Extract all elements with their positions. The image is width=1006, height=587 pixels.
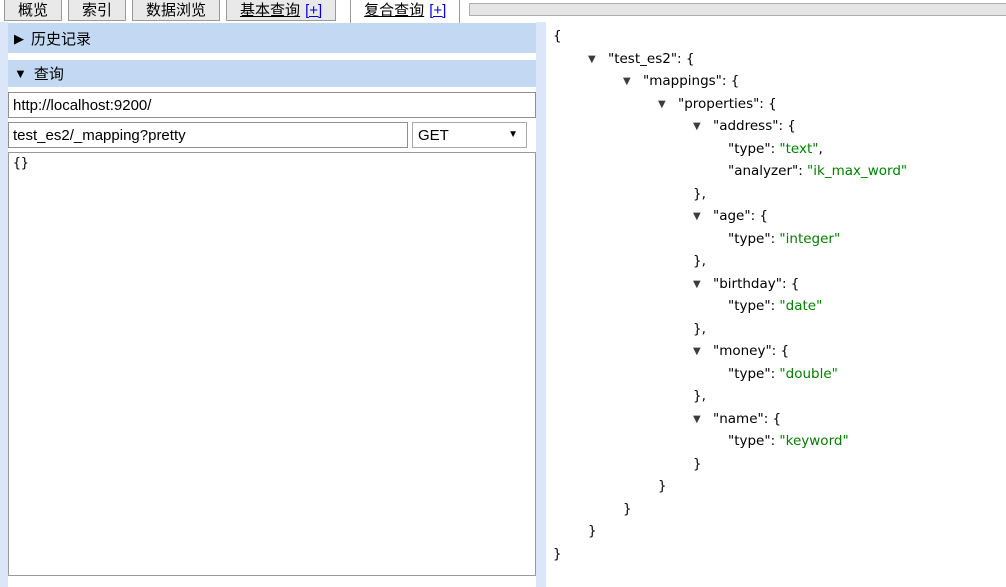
tab-strip-filler [469, 3, 1006, 16]
new-tab-plus-link[interactable]: [+] [429, 2, 446, 19]
json-key-punctuation: "address": { [713, 118, 796, 134]
json-key-punctuation: , [818, 140, 823, 157]
tab-bar: 概览 索引 数据浏览 基本查询 [+] 复合查询 [+] [0, 0, 1006, 23]
json-key-punctuation: } [588, 523, 597, 539]
request-body-textarea[interactable]: {} [8, 152, 536, 576]
json-tree-line: "type": "keyword" [553, 430, 1006, 453]
tab-3[interactable]: 数据浏览 [132, 0, 221, 21]
collapse-node-arrow-icon[interactable]: ▼ [623, 71, 638, 94]
collapse-node-arrow-icon[interactable]: ▼ [693, 341, 708, 364]
json-tree-line: "analyzer": "ik_max_word" [553, 160, 1006, 183]
json-tree-line: ▼ "test_es2": { [553, 48, 1006, 71]
json-key-punctuation: } [658, 478, 667, 494]
json-tree-line: }, [553, 385, 1006, 408]
history-section-header[interactable]: ▶ 历史记录 [8, 23, 536, 53]
json-tree-line: } [553, 543, 1006, 566]
tab-label: 基本查询 [240, 2, 301, 19]
left-panel-gutter [0, 22, 8, 587]
json-tree-line: ▼ "properties": { [553, 93, 1006, 116]
history-section-label: 历史记录 [31, 30, 92, 48]
query-section-header[interactable]: ▼ 查询 [8, 60, 536, 87]
json-key-punctuation: "birthday": { [713, 275, 800, 292]
json-key-punctuation: } [553, 545, 562, 562]
collapse-node-arrow-icon[interactable]: ▼ [693, 274, 708, 297]
json-tree-line: "type": "integer" [553, 228, 1006, 251]
json-string-value: "ik_max_word" [807, 163, 908, 179]
tab-1[interactable]: 概览 [4, 0, 63, 21]
json-key-punctuation: "properties": { [678, 95, 777, 112]
json-key-punctuation: }, [693, 320, 706, 337]
json-key-punctuation: "type": [728, 230, 780, 247]
json-result-panel: { ▼ "test_es2": { ▼ "mappings": { ▼ "propertie… [546, 22, 1006, 587]
json-tree-line: ▼ "name": { [553, 408, 1006, 431]
server-url-input[interactable] [8, 92, 536, 118]
expanded-triangle-down-icon[interactable]: ▼ [14, 67, 27, 80]
collapse-node-arrow-icon[interactable]: ▼ [658, 94, 673, 117]
tab-label: 索引 [82, 2, 113, 19]
json-key-punctuation: "name": { [713, 410, 782, 427]
request-path-input[interactable] [8, 122, 408, 148]
tab-2[interactable]: 索引 [68, 0, 127, 21]
json-tree-line: { [553, 25, 1006, 48]
json-key-punctuation: "age": { [713, 208, 768, 224]
json-key-punctuation: "type": [728, 298, 780, 314]
json-string-value: "keyword" [779, 433, 849, 449]
json-string-value: "integer" [779, 230, 841, 247]
json-key-punctuation: "type": [728, 140, 780, 157]
json-tree-line: "type": "date" [553, 295, 1006, 318]
json-key-punctuation: "money": { [713, 343, 790, 359]
json-tree-line: } [553, 475, 1006, 498]
json-string-value: "text" [779, 140, 819, 157]
collapse-node-arrow-icon[interactable]: ▼ [693, 409, 708, 432]
collapse-node-arrow-icon[interactable]: ▼ [693, 116, 708, 139]
json-tree-line: ▼ "age": { [553, 205, 1006, 228]
tab-label: 数据浏览 [146, 2, 207, 19]
json-string-value: "date" [779, 298, 823, 314]
collapse-node-arrow-icon[interactable]: ▼ [588, 49, 603, 72]
json-key-punctuation: "type": [728, 365, 780, 382]
json-key-punctuation: }, [693, 185, 706, 202]
json-tree-line: }, [553, 183, 1006, 206]
json-tree-line: ▼ "address": { [553, 115, 1006, 138]
json-key-punctuation: "mappings": { [643, 73, 740, 89]
json-tree-line: ▼ "mappings": { [553, 70, 1006, 93]
json-tree-line: } [553, 453, 1006, 476]
tab-4[interactable]: 基本查询 [+] [226, 0, 337, 21]
json-tree-line: ▼ "money": { [553, 340, 1006, 363]
json-key-punctuation: "type": [728, 433, 780, 449]
http-method-select[interactable]: GET [412, 122, 527, 148]
json-key-punctuation: } [693, 455, 702, 472]
tab-label: 概览 [18, 2, 49, 19]
json-key-punctuation: "test_es2": { [608, 50, 695, 67]
json-key-punctuation: "analyzer": [728, 163, 808, 179]
json-key-punctuation: }, [693, 388, 706, 404]
json-string-value: "double" [779, 365, 838, 382]
json-tree-line: "type": "double" [553, 363, 1006, 386]
new-tab-plus-link[interactable]: [+] [305, 2, 322, 19]
tab-label: 复合查询 [364, 2, 425, 19]
json-tree-line: } [553, 498, 1006, 521]
json-key-punctuation: { [553, 28, 562, 44]
json-tree-line: } [553, 520, 1006, 543]
json-tree-line: ▼ "birthday": { [553, 273, 1006, 296]
tab-5[interactable]: 复合查询 [+] [350, 0, 461, 23]
collapsed-triangle-right-icon[interactable]: ▶ [14, 32, 24, 45]
http-method-select-wrap: GET ▼ [412, 122, 527, 148]
json-tree-line: "type": "text", [553, 138, 1006, 161]
query-section-label: 查询 [33, 66, 64, 83]
json-tree-line: }, [553, 318, 1006, 341]
json-key-punctuation: } [623, 500, 632, 517]
json-tree-line: }, [553, 250, 1006, 273]
panel-divider-gutter [536, 22, 546, 587]
collapse-node-arrow-icon[interactable]: ▼ [693, 206, 708, 229]
json-key-punctuation: }, [693, 253, 706, 269]
